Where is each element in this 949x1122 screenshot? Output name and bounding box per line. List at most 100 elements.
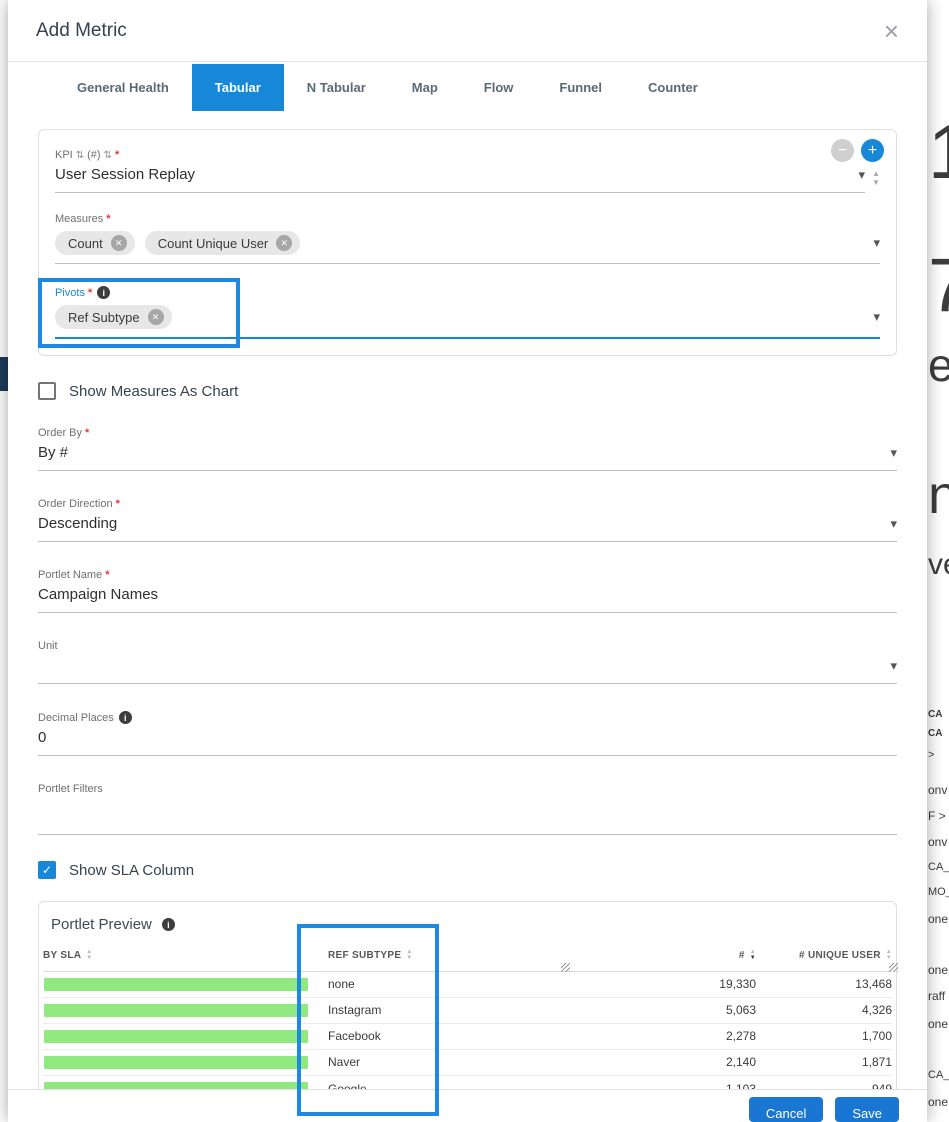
tab-tabular[interactable]: Tabular [192,64,284,111]
background-text-fragment: onv [928,836,947,848]
tab-general-health[interactable]: General Health [54,64,192,111]
column-header-count[interactable]: # ▲▼ [606,949,756,962]
modal-title: Add Metric [36,20,127,42]
portlet-filters-field: Portlet Filters [38,783,897,835]
tab-counter[interactable]: Counter [625,64,721,111]
tab-map[interactable]: Map [389,64,461,111]
table-row[interactable]: Facebook 2,278 1,700 [43,1024,892,1050]
table-row[interactable]: Instagram 5,063 4,326 [43,998,892,1024]
portlet-name-label: Portlet Name * [38,569,897,581]
info-icon[interactable]: i [162,918,175,931]
column-header-by-sla[interactable]: BY SLA ▲▼ [43,949,311,962]
sla-bar [44,1030,308,1043]
tab-funnel[interactable]: Funnel [536,64,625,111]
checkbox-unchecked-icon[interactable] [38,382,56,400]
background-text-fragment: CA [928,710,942,720]
remove-chip-icon[interactable]: ✕ [276,235,292,251]
unit-label: Unit [38,640,897,652]
required-mark: * [106,213,110,225]
pivots-field: Pivots * i Ref Subtype ✕ ▾ [55,286,880,339]
kpi-select[interactable]: User Session Replay ▾ [55,163,865,193]
info-icon[interactable]: i [119,711,132,724]
background-text-fragment: F > [928,810,946,822]
background-text-fragment: CA_ [928,1070,949,1081]
show-sla-column-checkbox[interactable]: ✓ Show SLA Column [38,861,897,879]
chevron-down-icon: ▾ [859,167,866,183]
measures-label: Measures * [55,213,880,225]
background-sidebar-strip [0,357,8,391]
add-kpi-button[interactable]: + [861,139,884,162]
column-resize-handle[interactable] [561,963,570,972]
column-header-label: REF SUBTYPE [328,950,401,961]
chevron-down-icon: ▾ [890,516,897,532]
column-header-ref-subtype[interactable]: REF SUBTYPE ▲▼ [311,949,606,962]
tab-label: Tabular [215,80,261,95]
info-icon[interactable]: i [97,286,110,299]
tab-n-tabular[interactable]: N Tabular [284,64,389,111]
remove-chip-icon[interactable]: ✕ [148,309,164,325]
sort-toggle-icon[interactable]: ⇅ [104,150,112,161]
sort-icon[interactable]: ▲▼ [86,949,92,962]
remove-kpi-button[interactable]: − [831,139,854,162]
field-label-text: Order By [38,427,82,439]
count-cell: 19,330 [606,977,756,991]
background-text-fragment: n [928,468,949,522]
required-mark: * [88,287,92,299]
count-cell: 2,278 [606,1029,756,1043]
measures-select[interactable]: Count ✕ Count Unique User ✕ ▾ [55,231,880,264]
decimal-places-input[interactable]: 0 [38,726,897,756]
order-direction-select[interactable]: Descending ▾ [38,512,897,542]
modal-footer: Cancel Save [8,1089,927,1122]
tab-label: General Health [77,80,169,95]
background-text-fragment: raff [928,990,945,1002]
pivots-select[interactable]: Ref Subtype ✕ ▾ [55,305,880,339]
sort-icon[interactable]: ▲▼ [406,949,412,962]
sla-bar-cell [43,1056,311,1069]
tab-label: Funnel [559,80,602,95]
column-resize-handle[interactable] [889,963,898,972]
order-direction-field: Order Direction * Descending ▾ [38,498,897,542]
kpi-label: KPI ⇅ (#) ⇅ * [55,149,880,161]
add-metric-modal: Add Metric × General Health Tabular N Ta… [8,0,927,1122]
table-row[interactable]: none 19,330 13,468 [43,972,892,998]
order-by-field: Order By * By # ▾ [38,427,897,471]
column-header-unique-user[interactable]: # UNIQUE USER ▲▼ [756,949,892,962]
sla-bar [44,978,308,991]
portlet-filters-input[interactable] [38,797,897,835]
ref-subtype-cell: Facebook [311,1029,606,1043]
measure-chip: Count ✕ [55,231,135,255]
portlet-name-input[interactable]: Campaign Names [38,583,897,613]
chevron-down-icon: ▾ [890,658,897,674]
background-text-fragment: one [928,913,948,925]
chevron-down-icon: ▾ [873,309,880,325]
remove-chip-icon[interactable]: ✕ [111,235,127,251]
checkbox-checked-icon[interactable]: ✓ [38,861,56,879]
table-row[interactable]: Naver 2,140 1,871 [43,1050,892,1076]
spinner-down-icon[interactable]: ▼ [872,179,880,187]
sort-toggle-icon[interactable]: ⇅ [76,150,84,161]
tab-label: Map [412,80,438,95]
order-by-label: Order By * [38,427,897,439]
tab-flow[interactable]: Flow [461,64,537,111]
sort-icon[interactable]: ▲▼ [886,949,892,962]
cancel-button[interactable]: Cancel [749,1097,823,1122]
required-mark: * [115,149,119,161]
background-text-fragment: MO_ [928,887,949,898]
column-header-label: BY SLA [43,950,81,961]
kpi-unit-hint: (#) [87,149,100,161]
chevron-down-icon: ▾ [873,235,880,251]
kpi-select-value: User Session Replay [55,166,851,183]
show-measures-as-chart-checkbox[interactable]: Show Measures As Chart [38,382,897,400]
kpi-box-actions: − + [831,139,884,162]
unit-field: Unit ▾ [38,640,897,684]
close-icon[interactable]: × [884,18,899,44]
unit-select[interactable]: ▾ [38,654,897,684]
ref-subtype-cell: none [311,977,606,991]
tab-bar: General Health Tabular N Tabular Map Flo… [54,64,927,111]
kpi-reorder-spinner[interactable]: ▲ ▼ [872,170,880,193]
unique-user-cell: 1,871 [756,1055,892,1069]
order-by-select[interactable]: By # ▾ [38,441,897,471]
save-button[interactable]: Save [835,1097,899,1122]
background-text-fragment: CA_ [928,862,949,873]
unique-user-cell: 13,468 [756,977,892,991]
